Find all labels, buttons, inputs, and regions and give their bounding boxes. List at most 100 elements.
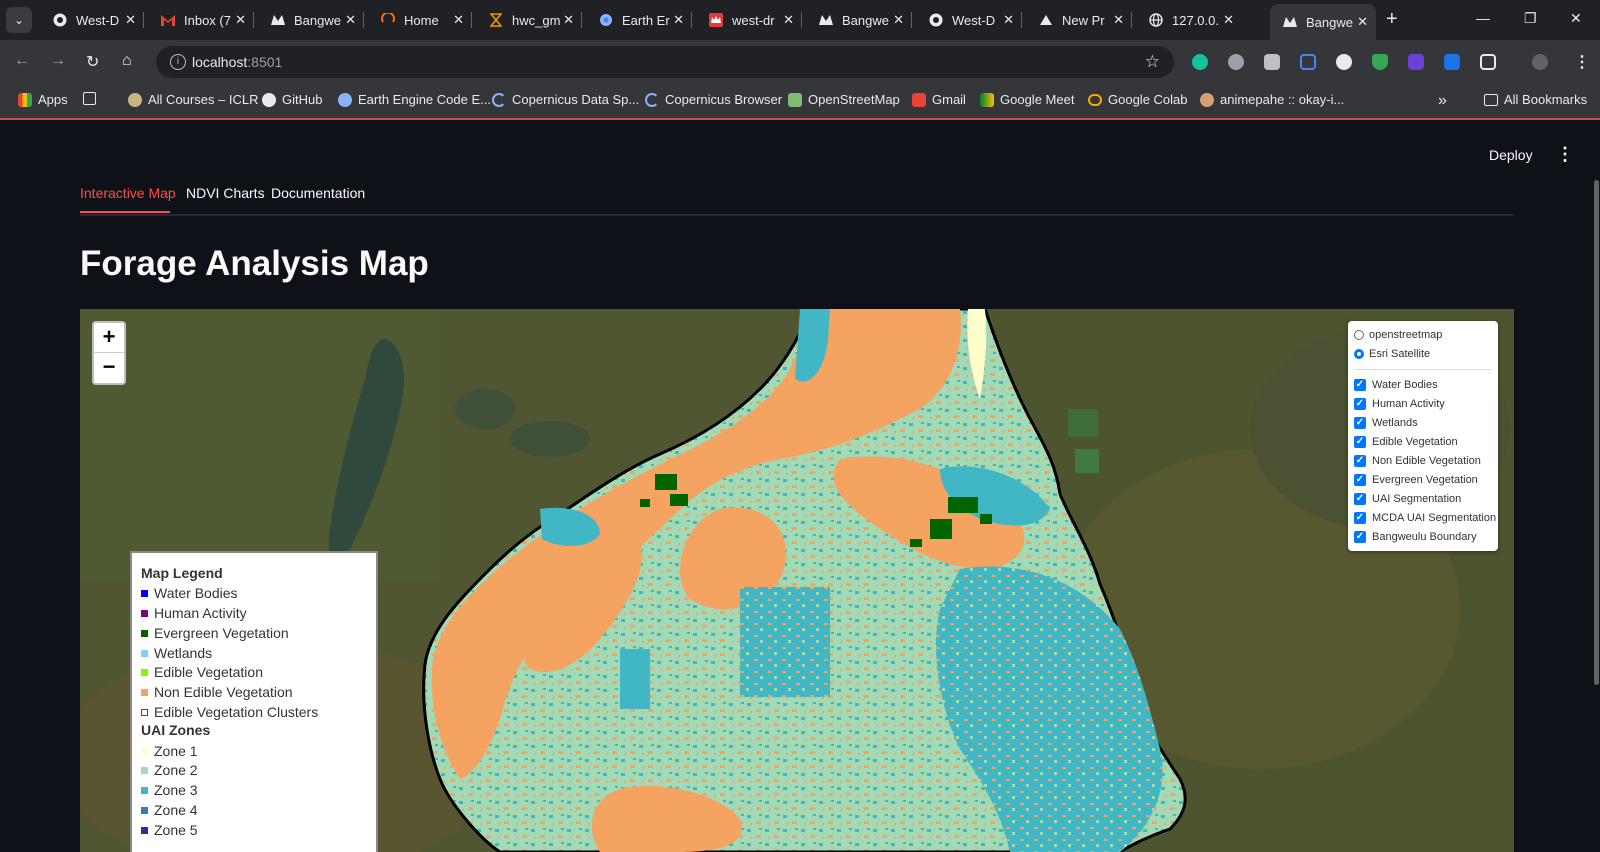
checkbox-checked-icon[interactable]: ✓ xyxy=(1354,379,1366,391)
openstreetmap-icon xyxy=(788,92,802,107)
app-menu-icon[interactable]: ⋮ xyxy=(1556,144,1574,165)
close-tab-icon[interactable]: ✕ xyxy=(1357,14,1368,30)
music-extension-icon[interactable] xyxy=(1228,54,1244,70)
checkbox-checked-icon[interactable]: ✓ xyxy=(1354,436,1366,448)
browser-tab[interactable]: New Pr ✕ xyxy=(1026,6,1132,34)
close-tab-icon[interactable]: ✕ xyxy=(893,12,904,28)
browser-tab[interactable]: Bangwe ✕ xyxy=(806,6,912,34)
checkbox-checked-icon[interactable]: ✓ xyxy=(1354,474,1366,486)
bookmark-github[interactable]: GitHub xyxy=(262,92,322,107)
site-info-icon[interactable]: i xyxy=(170,54,186,70)
browser-tab[interactable]: Inbox (7 ✕ xyxy=(148,6,254,34)
close-tab-icon[interactable]: ✕ xyxy=(453,12,464,28)
checkbox-checked-icon[interactable]: ✓ xyxy=(1354,512,1366,524)
bookmark-google-colab[interactable]: Google Colab xyxy=(1088,92,1188,107)
close-tab-icon[interactable]: ✕ xyxy=(1113,12,1124,28)
reload-icon[interactable]: ↻ xyxy=(86,52,99,72)
radio-icon[interactable] xyxy=(1354,330,1364,340)
bookmark-apps[interactable]: Apps xyxy=(18,92,68,107)
checkbox-checked-icon[interactable]: ✓ xyxy=(1354,493,1366,505)
browser-tab[interactable]: west-dr ✕ xyxy=(696,6,802,34)
more-bookmarks-icon[interactable]: » xyxy=(1438,92,1447,110)
bookmark-animepahe[interactable]: animepahe :: okay-i... xyxy=(1200,92,1344,107)
overlay-option[interactable]: ✓ MCDA UAI Segmentation xyxy=(1354,510,1496,526)
browser-tab[interactable]: West-D ✕ xyxy=(916,6,1022,34)
bookmark-google-meet[interactable]: Google Meet xyxy=(980,92,1074,107)
overlay-option[interactable]: ✓ UAI Segmentation xyxy=(1354,491,1461,507)
radio-selected-icon[interactable] xyxy=(1354,349,1364,359)
bookmark-openstreetmap[interactable]: OpenStreetMap xyxy=(788,92,900,107)
close-tab-icon[interactable]: ✕ xyxy=(563,12,574,28)
home-icon[interactable]: ⌂ xyxy=(122,52,132,70)
deploy-button[interactable]: Deploy xyxy=(1489,147,1533,163)
minimize-icon[interactable]: — xyxy=(1476,10,1490,26)
zoom-out-button[interactable]: − xyxy=(94,353,124,382)
address-bar[interactable]: i localhost:8501 ☆ xyxy=(156,46,1174,78)
bookmark-copernicus-data[interactable]: Copernicus Data Sp... xyxy=(492,92,639,107)
new-tab-button[interactable]: + xyxy=(1386,8,1398,31)
picture-in-picture-extension-icon[interactable] xyxy=(1300,54,1316,70)
browser-menu-icon[interactable]: ⋮ xyxy=(1574,52,1590,72)
profile-avatar-icon[interactable] xyxy=(1532,54,1548,70)
zoom-in-button[interactable]: + xyxy=(94,323,124,353)
overlay-option[interactable]: ✓ Edible Vegetation xyxy=(1354,434,1458,450)
browser-tab[interactable]: Earth Er ✕ xyxy=(586,6,692,34)
shield-extension-icon[interactable] xyxy=(1372,54,1388,70)
overlay-option[interactable]: ✓ Bangweulu Boundary xyxy=(1354,529,1477,545)
browser-tab[interactable]: Bangwe ✕ xyxy=(258,6,364,34)
e-extension-icon[interactable] xyxy=(1408,54,1424,70)
close-tab-icon[interactable]: ✕ xyxy=(1003,12,1014,28)
overlay-option[interactable]: ✓ Non Edible Vegetation xyxy=(1354,453,1481,469)
puzzle-extensions-icon[interactable] xyxy=(1480,54,1496,70)
overlay-option[interactable]: ✓ Wetlands xyxy=(1354,415,1418,431)
layer-control: openstreetmap Esri Satellite ✓ Water Bodi… xyxy=(1348,321,1498,551)
iclr-icon xyxy=(128,92,142,107)
browser-tab[interactable]: West-D ✕ xyxy=(40,6,144,34)
overlay-option[interactable]: ✓ Water Bodies xyxy=(1354,377,1438,393)
base-layer-option[interactable]: Esri Satellite xyxy=(1354,346,1430,362)
page-scrollbar[interactable] xyxy=(1594,180,1599,685)
tab-interactive-map[interactable]: Interactive Map xyxy=(80,185,176,201)
bookmark-iclr[interactable]: All Courses – ICLR xyxy=(128,92,259,107)
url-text[interactable]: localhost:8501 xyxy=(192,54,282,70)
checkbox-checked-icon[interactable]: ✓ xyxy=(1354,531,1366,543)
bookmark-copernicus-browser[interactable]: Copernicus Browser xyxy=(645,92,782,107)
hourglass-icon xyxy=(488,12,504,28)
browser-tab[interactable]: hwc_gm ✕ xyxy=(476,6,582,34)
tab-documentation[interactable]: Documentation xyxy=(271,185,365,201)
overlay-option[interactable]: ✓ Human Activity xyxy=(1354,396,1445,412)
cookie-extension-icon[interactable] xyxy=(1336,54,1352,70)
grammarly-extension-icon[interactable] xyxy=(1192,54,1208,70)
screen-extension-icon[interactable] xyxy=(1444,54,1460,70)
close-tab-icon[interactable]: ✕ xyxy=(673,12,684,28)
apps-grid-icon xyxy=(18,92,32,107)
bookmark-earth-engine[interactable]: Earth Engine Code E... xyxy=(338,92,491,107)
tab-ndvi-charts[interactable]: NDVI Charts xyxy=(186,185,265,201)
bookmark-all[interactable]: All Bookmarks xyxy=(1484,92,1587,107)
base-layer-option[interactable]: openstreetmap xyxy=(1354,327,1442,343)
close-tab-icon[interactable]: ✕ xyxy=(235,12,246,28)
tab-groups-icon[interactable] xyxy=(83,92,102,105)
close-tab-icon[interactable]: ✕ xyxy=(125,12,136,28)
map-view[interactable]: + − openstreetmap Esri Satellite ✓ Water … xyxy=(80,309,1514,852)
checkbox-checked-icon[interactable]: ✓ xyxy=(1354,455,1366,467)
browser-tab[interactable]: 127.0.0. ✕ xyxy=(1136,6,1242,34)
overlay-option[interactable]: ✓ Evergreen Vegetation xyxy=(1354,472,1478,488)
legend-swatch xyxy=(141,649,148,657)
restore-icon[interactable]: ❐ xyxy=(1524,10,1537,27)
translate-extension-icon[interactable] xyxy=(1264,54,1280,70)
tab-search-button[interactable]: ⌄ xyxy=(6,7,32,33)
browser-tab[interactable]: Home ✕ xyxy=(368,6,472,34)
bookmark-star-icon[interactable]: ☆ xyxy=(1145,52,1160,72)
close-window-icon[interactable]: ✕ xyxy=(1570,10,1582,27)
close-tab-icon[interactable]: ✕ xyxy=(1223,12,1234,28)
checkbox-checked-icon[interactable]: ✓ xyxy=(1354,398,1366,410)
browser-tab-active[interactable]: Bangwe ✕ xyxy=(1270,4,1376,40)
back-icon[interactable]: ← xyxy=(14,52,30,70)
forward-icon[interactable]: → xyxy=(50,52,66,70)
close-tab-icon[interactable]: ✕ xyxy=(783,12,794,28)
close-tab-icon[interactable]: ✕ xyxy=(345,12,356,28)
bookmark-gmail[interactable]: Gmail xyxy=(912,92,966,107)
checkbox-checked-icon[interactable]: ✓ xyxy=(1354,417,1366,429)
github-icon xyxy=(928,12,944,28)
